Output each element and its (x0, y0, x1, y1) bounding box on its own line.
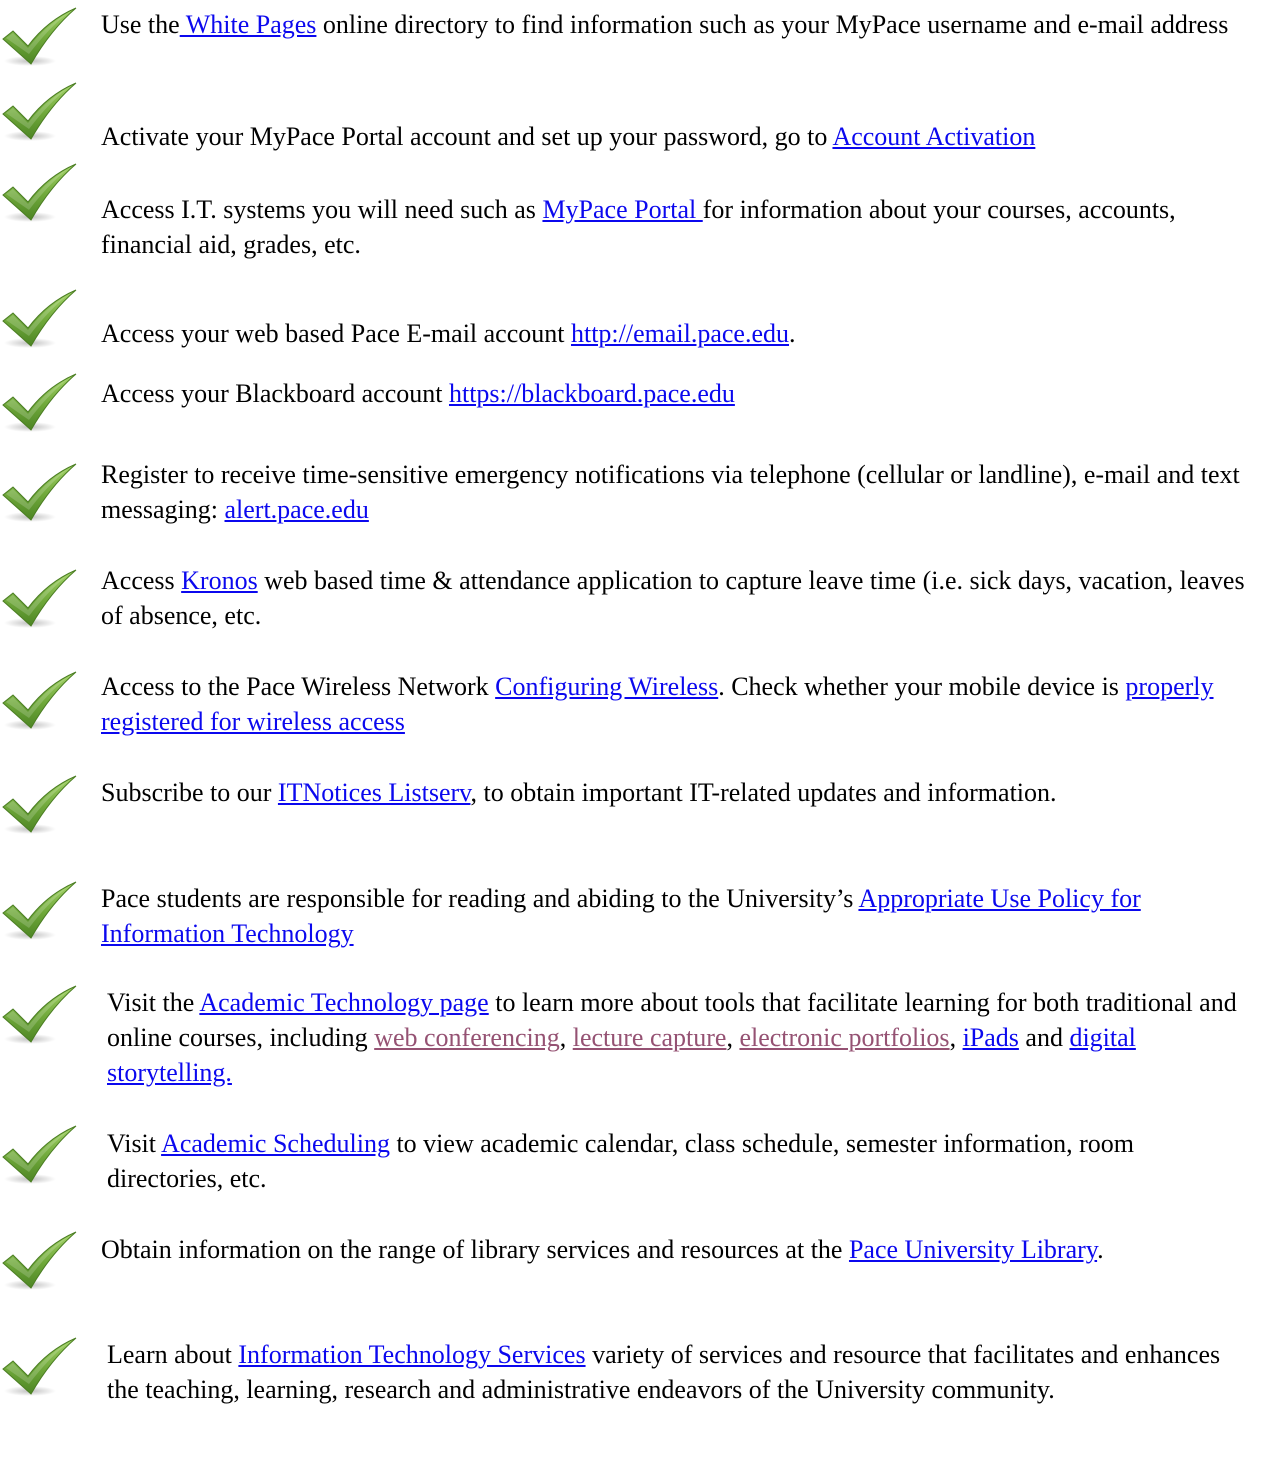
item-text: Pace students are responsible for readin… (101, 881, 1253, 951)
mypace-portal-link[interactable]: MyPace Portal (542, 195, 702, 224)
item-text: Visit Academic Scheduling to view academ… (107, 1126, 1253, 1196)
item-text-part: Obtain information on the range of libra… (101, 1235, 849, 1264)
account-activation-link[interactable]: Account Activation (832, 122, 1035, 151)
white-pages-link[interactable]: White Pages (180, 10, 317, 39)
item-text-part: , to obtain important IT-related updates… (470, 778, 1057, 807)
item-text-part: Access I.T. systems you will need such a… (101, 195, 543, 224)
check-mark-icon (0, 984, 80, 1048)
item-text-part: Visit the (107, 988, 200, 1017)
item-text-part: Subscribe to our (101, 778, 278, 807)
item-text: Activate your MyPace Portal account and … (101, 119, 1253, 154)
item-text: Learn about Information Technology Servi… (107, 1337, 1253, 1407)
check-mark-icon (0, 774, 80, 838)
email-link[interactable]: http://email.pace.edu (571, 319, 789, 348)
item-text-part: , (559, 1023, 573, 1052)
lecture-capture-link[interactable]: lecture capture (573, 1023, 727, 1052)
item-text-part: and (1018, 1023, 1070, 1052)
check-mark-icon (0, 162, 80, 226)
check-mark-icon (0, 81, 80, 145)
item-text: Access Kronos web based time & attendanc… (101, 563, 1253, 633)
configuring-wireless-link[interactable]: Configuring Wireless (495, 672, 718, 701)
check-mark-icon (0, 372, 80, 436)
item-text-part: Learn about (107, 1340, 239, 1369)
item-text-part: Access your web based Pace E-mail accoun… (101, 319, 571, 348)
item-text-part: . (1097, 1235, 1104, 1264)
check-mark-icon (0, 1336, 80, 1400)
check-mark-icon (0, 462, 80, 526)
check-mark-icon (0, 880, 80, 944)
item-text: Access your web based Pace E-mail accoun… (101, 316, 1253, 351)
item-text-part: Access your Blackboard account (101, 379, 449, 408)
item-text-part: Access to the Pace Wireless Network (101, 672, 496, 701)
item-text-part: , (726, 1023, 740, 1052)
item-text-part: , (949, 1023, 963, 1052)
item-text-part: Use the (101, 10, 180, 39)
item-text: Access I.T. systems you will need such a… (101, 192, 1253, 262)
item-text: Access your Blackboard account https://b… (101, 376, 1253, 411)
information-technology-services-link[interactable]: Information Technology Services (238, 1340, 585, 1369)
item-text-part: online directory to find information suc… (316, 10, 1229, 39)
web-conferencing-link[interactable]: web conferencing (374, 1023, 560, 1052)
pace-university-library-link[interactable]: Pace University Library (849, 1235, 1097, 1264)
item-text-part: Access (101, 566, 182, 595)
kronos-link[interactable]: Kronos (181, 566, 258, 595)
academic-scheduling-link[interactable]: Academic Scheduling (161, 1129, 390, 1158)
alert-link[interactable]: alert.pace.edu (225, 495, 369, 524)
check-mark-icon (0, 670, 80, 734)
item-text: Obtain information on the range of libra… (101, 1232, 1253, 1267)
electronic-portfolios-link[interactable]: electronic portfolios (739, 1023, 949, 1052)
item-text-part: . (789, 319, 796, 348)
ipads-link[interactable]: iPads (963, 1023, 1019, 1052)
check-mark-icon (0, 568, 80, 632)
item-text-part: Activate your MyPace Portal account and … (101, 122, 833, 151)
check-mark-icon (0, 1230, 80, 1294)
item-text-part: web based time & attendance application … (101, 566, 1245, 630)
academic-technology-link[interactable]: Academic Technology page (199, 988, 488, 1017)
item-text-part: Pace students are responsible for readin… (101, 884, 859, 913)
check-mark-icon (0, 1124, 80, 1188)
item-text-part: . Check whether your mobile device is (718, 672, 1126, 701)
check-mark-icon (0, 6, 80, 70)
item-text: Use the White Pages online directory to … (101, 7, 1253, 42)
check-mark-icon (0, 288, 80, 352)
item-text: Register to receive time-sensitive emerg… (101, 457, 1253, 527)
item-text-part: Visit (107, 1129, 162, 1158)
item-text: Access to the Pace Wireless Network Conf… (101, 669, 1253, 739)
blackboard-link[interactable]: https://blackboard.pace.edu (449, 379, 735, 408)
item-text: Subscribe to our ITNotices Listserv, to … (101, 775, 1253, 810)
itnotices-listserv-link[interactable]: ITNotices Listserv (278, 778, 471, 807)
item-text: Visit the Academic Technology page to le… (107, 985, 1253, 1090)
